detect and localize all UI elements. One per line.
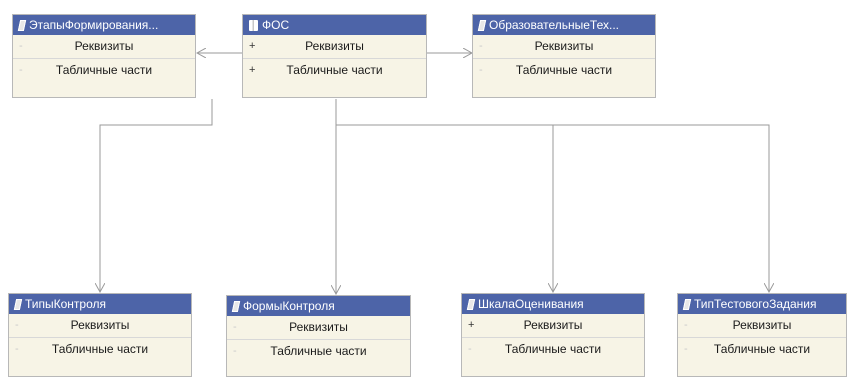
row-tablichnye-chasti[interactable]: - Табличные части: [462, 338, 644, 361]
catalog-icon: [477, 19, 487, 31]
row-rekvizity[interactable]: - Реквизиты: [678, 314, 846, 338]
entity-header: ОбразовательныеТех...: [473, 15, 655, 35]
row-rekvizity[interactable]: + Реквизиты: [462, 314, 644, 338]
entity-title: ШкалаОценивания: [478, 297, 584, 311]
row-tablichnye-chasti[interactable]: - Табличные части: [9, 338, 191, 361]
row-tablichnye-chasti[interactable]: + Табличные части: [243, 59, 426, 82]
row-label: Реквизиты: [305, 39, 364, 53]
entity-header: ШкалаОценивания: [462, 294, 644, 314]
entity-obrazovatelnye-tekhnologii[interactable]: ОбразовательныеТех... - Реквизиты - Табл…: [472, 14, 656, 98]
entity-title: ТипТестовогоЗадания: [694, 297, 817, 311]
row-label: Табличные части: [55, 63, 153, 77]
catalog-icon: [466, 298, 476, 310]
link-fos-tiptest: [553, 124, 769, 292]
row-label: Табличные части: [51, 342, 149, 356]
row-rekvizity[interactable]: + Реквизиты: [243, 35, 426, 59]
row-label: Реквизиты: [523, 318, 583, 332]
link-fos-shkala: [336, 124, 553, 292]
entity-header: ЭтапыФормирования...: [13, 15, 195, 35]
row-rekvizity[interactable]: - Реквизиты: [9, 314, 191, 338]
row-label: Реквизиты: [289, 320, 348, 334]
expand-toggle[interactable]: +: [249, 35, 259, 58]
collapse-toggle[interactable]: -: [684, 314, 694, 337]
row-label: Табличные части: [286, 63, 383, 77]
entity-fos[interactable]: ФОС + Реквизиты + Табличные части: [242, 14, 427, 98]
expand-toggle[interactable]: +: [468, 314, 478, 337]
entity-header: ТипыКонтроля: [9, 294, 191, 314]
collapse-toggle[interactable]: -: [479, 59, 489, 82]
row-rekvizity[interactable]: - Реквизиты: [13, 35, 195, 59]
collapse-toggle[interactable]: -: [479, 35, 489, 58]
row-label: Реквизиты: [70, 318, 130, 332]
catalog-icon: [682, 298, 692, 310]
entity-tipy-kontrolya[interactable]: ТипыКонтроля - Реквизиты - Табличные час…: [8, 293, 192, 377]
row-label: Реквизиты: [74, 39, 134, 53]
entity-title: ФормыКонтроля: [243, 299, 335, 313]
entity-etapy-formirovaniya[interactable]: ЭтапыФормирования... - Реквизиты - Табли…: [12, 14, 196, 98]
catalog-icon: [13, 298, 23, 310]
entity-title: ОбразовательныеТех...: [489, 18, 619, 32]
entity-tip-testovogo-zadaniya[interactable]: ТипТестовогоЗадания - Реквизиты - Таблич…: [677, 293, 847, 377]
entity-header: ТипТестовогоЗадания: [678, 294, 846, 314]
row-label: Реквизиты: [534, 39, 594, 53]
entity-title: ЭтапыФормирования...: [29, 18, 159, 32]
row-label: Табличные части: [713, 342, 811, 356]
entity-header: ФормыКонтроля: [227, 296, 410, 316]
collapse-toggle[interactable]: -: [468, 338, 478, 361]
row-label: Табличные части: [270, 344, 367, 358]
row-tablichnye-chasti[interactable]: - Табличные части: [13, 59, 195, 82]
row-tablichnye-chasti[interactable]: - Табличные части: [473, 59, 655, 82]
catalog-icon: [17, 19, 27, 31]
catalog-icon: [231, 300, 241, 312]
collapse-toggle[interactable]: -: [19, 35, 29, 58]
entity-header: ФОС: [243, 15, 426, 35]
row-rekvizity[interactable]: - Реквизиты: [473, 35, 655, 59]
collapse-toggle[interactable]: -: [15, 338, 25, 361]
entity-shkala-otsenivaniya[interactable]: ШкалаОценивания + Реквизиты - Табличные …: [461, 293, 645, 377]
row-label: Табличные части: [504, 342, 602, 356]
entity-title: ТипыКонтроля: [25, 297, 106, 311]
row-tablichnye-chasti[interactable]: - Табличные части: [678, 338, 846, 361]
collapse-toggle[interactable]: -: [233, 340, 243, 363]
entity-title: ФОС: [262, 18, 290, 32]
collapse-toggle[interactable]: -: [15, 314, 25, 337]
collapse-toggle[interactable]: -: [19, 59, 29, 82]
row-tablichnye-chasti[interactable]: - Табличные части: [227, 340, 410, 363]
entity-formy-kontrolya[interactable]: ФормыКонтроля - Реквизиты - Табличные ча…: [226, 295, 411, 377]
row-label: Реквизиты: [732, 318, 792, 332]
row-label: Табличные части: [515, 63, 613, 77]
object-icon: [249, 19, 258, 31]
expand-toggle[interactable]: +: [249, 59, 259, 82]
row-rekvizity[interactable]: - Реквизиты: [227, 316, 410, 340]
collapse-toggle[interactable]: -: [233, 316, 243, 339]
collapse-toggle[interactable]: -: [684, 338, 694, 361]
link-fos-tipy: [100, 99, 213, 292]
